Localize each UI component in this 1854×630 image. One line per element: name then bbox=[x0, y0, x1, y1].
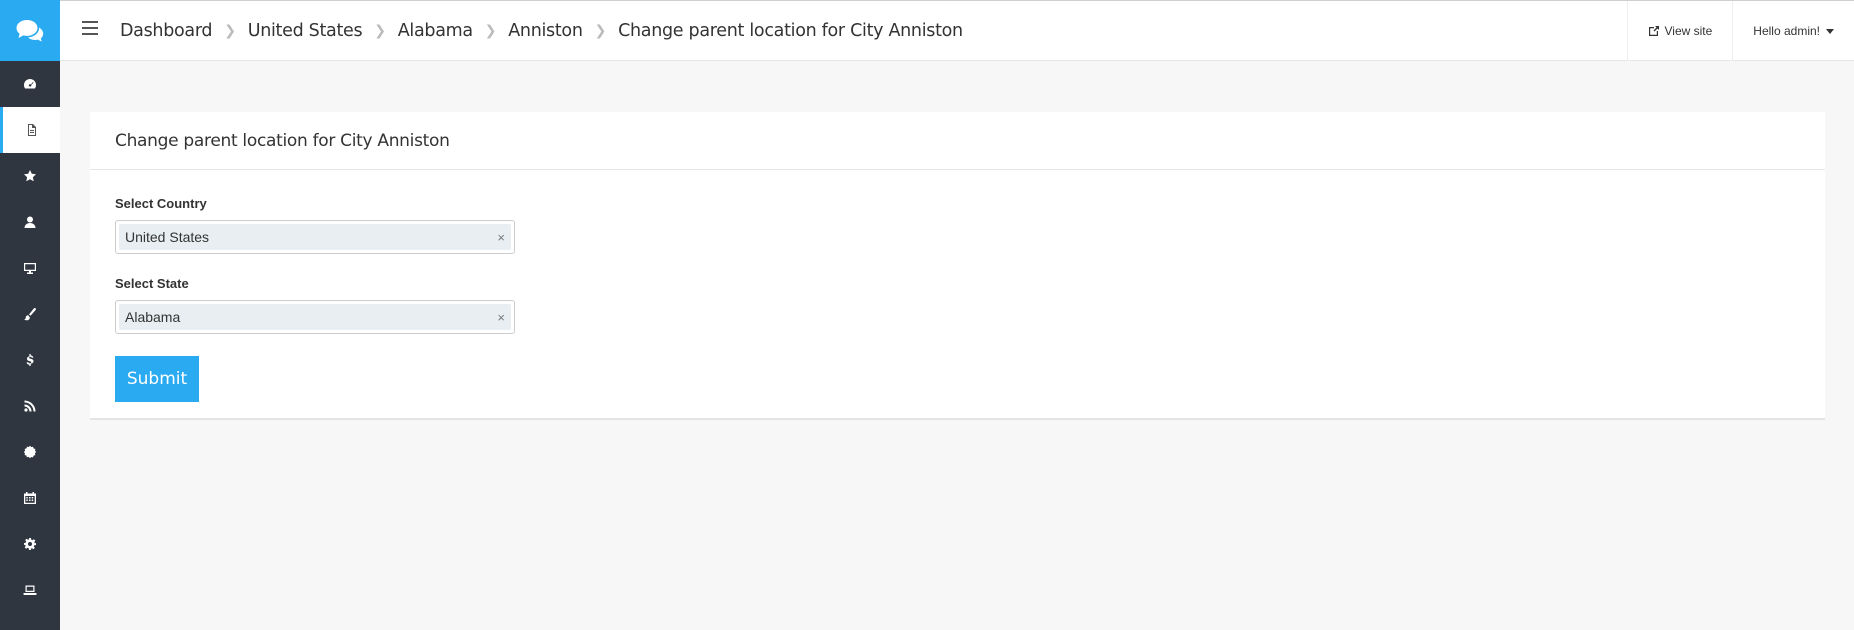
view-site-label: View site bbox=[1664, 24, 1713, 38]
breadcrumb-city[interactable]: Anniston bbox=[508, 21, 583, 41]
sidebar-item-favorites[interactable] bbox=[0, 153, 60, 199]
breadcrumb-separator-icon: ❯ bbox=[484, 23, 497, 39]
state-select[interactable]: Alabama × bbox=[115, 300, 515, 334]
panel-body: Select Country United States × Select St… bbox=[90, 170, 1825, 428]
sidebar bbox=[0, 0, 60, 630]
breadcrumb-separator-icon: ❯ bbox=[594, 23, 607, 39]
sidebar-item-users[interactable] bbox=[0, 199, 60, 245]
country-select[interactable]: United States × bbox=[115, 220, 515, 254]
view-site-link[interactable]: View site bbox=[1627, 1, 1732, 61]
clear-state-icon[interactable]: × bbox=[497, 310, 505, 325]
breadcrumb-dashboard[interactable]: Dashboard bbox=[120, 21, 213, 41]
form-panel: Change parent location for City Anniston… bbox=[90, 112, 1825, 420]
state-selected-chip: Alabama × bbox=[119, 304, 511, 330]
laptop-icon bbox=[23, 585, 37, 595]
country-value: United States bbox=[125, 229, 210, 245]
user-icon bbox=[24, 216, 36, 228]
sidebar-item-payments[interactable] bbox=[0, 337, 60, 383]
gear-icon bbox=[24, 538, 36, 550]
panel-title: Change parent location for City Anniston bbox=[90, 112, 1825, 170]
certificate-icon bbox=[23, 445, 37, 459]
state-label: Select State bbox=[115, 276, 189, 291]
sidebar-item-calendar[interactable] bbox=[0, 475, 60, 521]
country-selected-chip: United States × bbox=[119, 224, 511, 250]
desktop-icon bbox=[24, 263, 36, 274]
breadcrumb-separator-icon: ❯ bbox=[374, 23, 386, 39]
user-greeting: Hello admin! bbox=[1753, 24, 1820, 38]
sidebar-item-display[interactable] bbox=[0, 245, 60, 291]
sidebar-item-settings[interactable] bbox=[0, 521, 60, 567]
breadcrumb-current: Change parent location for City Anniston bbox=[618, 21, 963, 41]
caret-down-icon bbox=[1826, 28, 1834, 34]
calendar-icon bbox=[24, 492, 36, 504]
sidebar-item-feeds[interactable] bbox=[0, 383, 60, 429]
user-menu[interactable]: Hello admin! bbox=[1732, 1, 1854, 61]
logo-chat-icon[interactable] bbox=[0, 0, 60, 61]
rss-icon bbox=[24, 400, 36, 412]
breadcrumb-state[interactable]: Alabama bbox=[398, 21, 473, 41]
dashboard-icon bbox=[24, 79, 37, 89]
country-label: Select Country bbox=[115, 196, 207, 211]
dollar-icon bbox=[26, 354, 34, 366]
state-value: Alabama bbox=[125, 309, 181, 325]
sidebar-item-badges[interactable] bbox=[0, 429, 60, 475]
top-bar: Dashboard ❯ United States ❯ Alabama ❯ An… bbox=[60, 0, 1854, 61]
breadcrumb: Dashboard ❯ United States ❯ Alabama ❯ An… bbox=[120, 1, 963, 61]
star-icon bbox=[24, 170, 36, 182]
sidebar-item-system[interactable] bbox=[0, 567, 60, 613]
external-link-icon bbox=[1649, 26, 1660, 36]
breadcrumb-country[interactable]: United States bbox=[248, 21, 363, 41]
file-icon bbox=[27, 124, 36, 136]
brush-icon bbox=[24, 307, 36, 321]
menu-toggle-icon[interactable] bbox=[82, 21, 98, 35]
sidebar-item-dashboard[interactable] bbox=[0, 61, 60, 107]
submit-button[interactable]: Submit bbox=[115, 356, 199, 402]
topbar-actions: View site Hello admin! bbox=[1627, 1, 1854, 61]
sidebar-item-pages[interactable] bbox=[0, 107, 60, 153]
clear-country-icon[interactable]: × bbox=[497, 230, 505, 245]
sidebar-item-themes[interactable] bbox=[0, 291, 60, 337]
breadcrumb-separator-icon: ❯ bbox=[224, 23, 236, 39]
